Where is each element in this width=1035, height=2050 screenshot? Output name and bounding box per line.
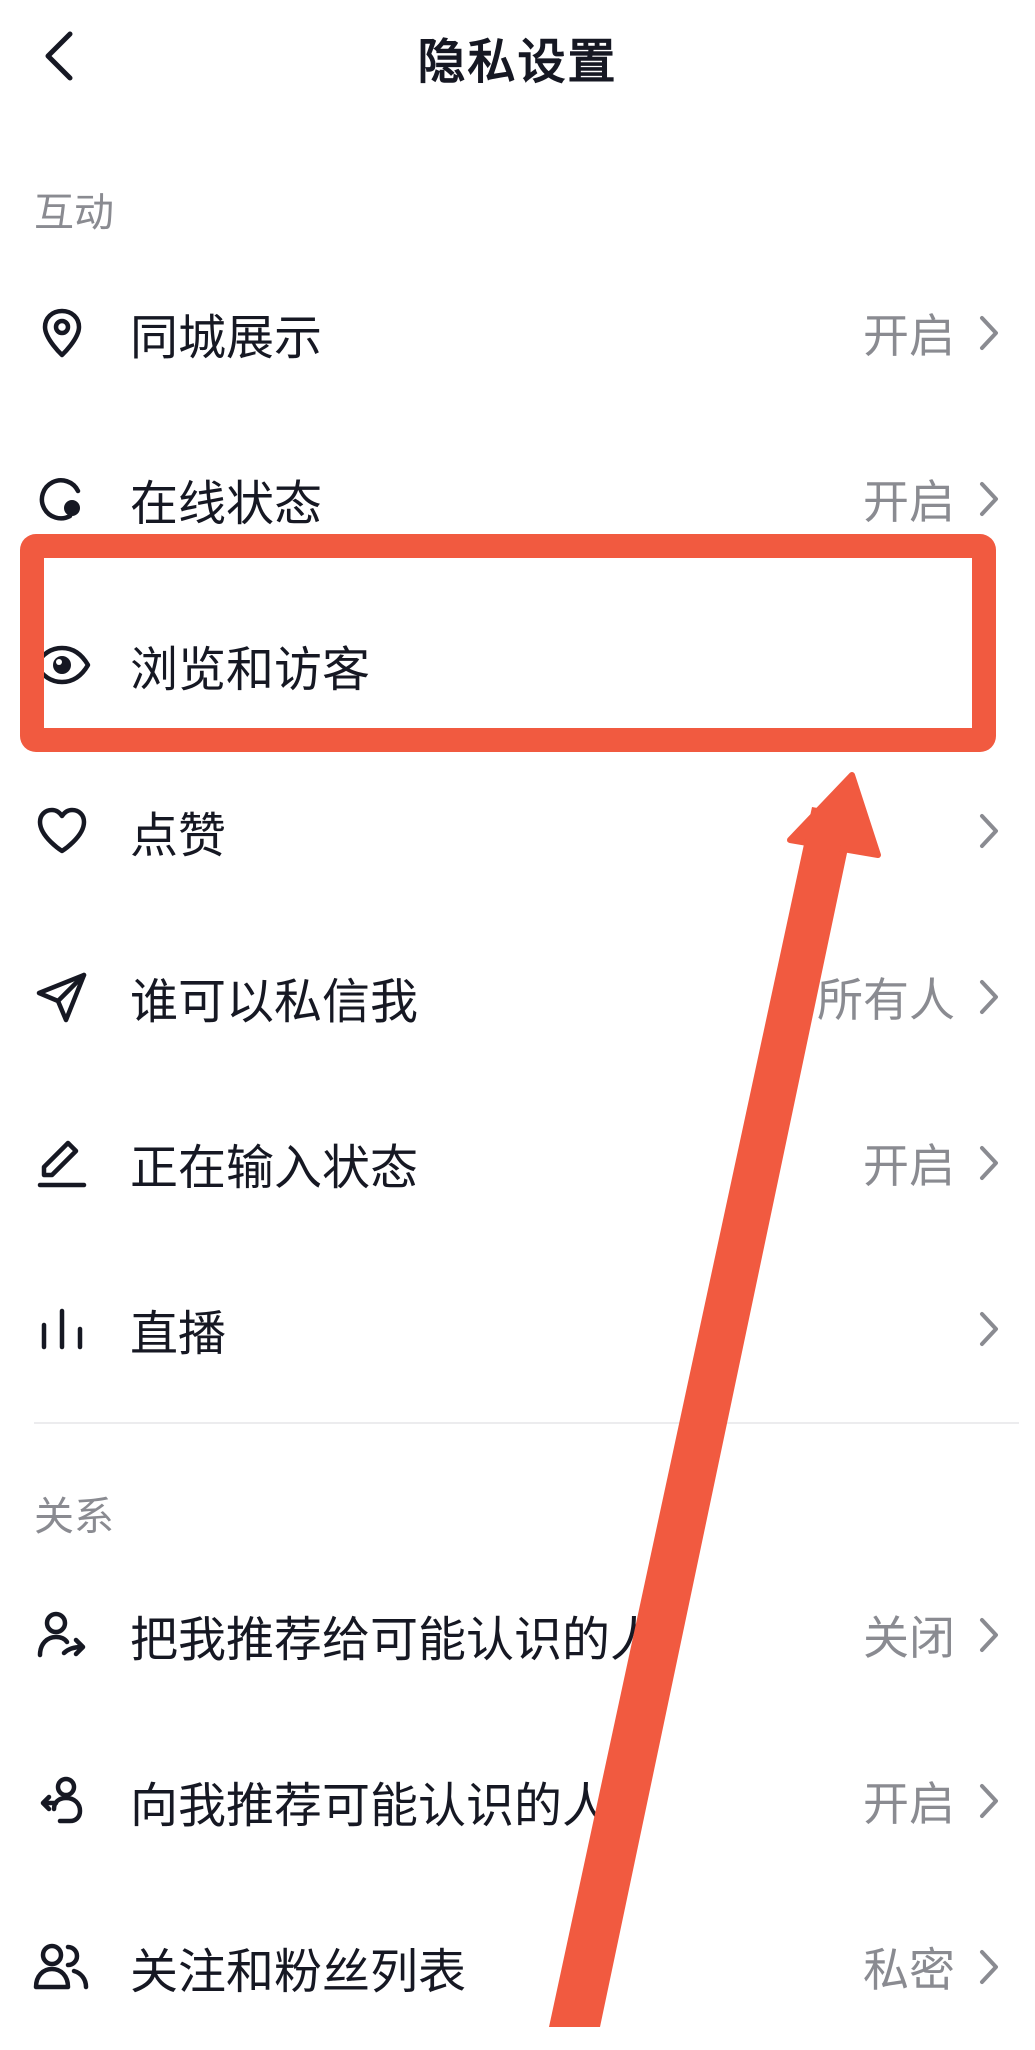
setting-label: 正在输入状态	[130, 1140, 419, 1196]
setting-value: 开启	[863, 309, 955, 363]
setting-row-live[interactable]: 直播	[0, 1246, 1035, 1412]
setting-row-recommend-me-to-others[interactable]: 把我推荐给可能认识的人 关闭	[0, 1552, 1035, 1718]
setting-row-nearby-display[interactable]: 同城展示 开启	[0, 250, 1035, 416]
setting-value: 开启	[863, 1777, 955, 1831]
setting-row-who-can-message[interactable]: 谁可以私信我 所有人	[0, 914, 1035, 1080]
users-icon	[30, 1935, 94, 1999]
setting-label: 点赞	[130, 808, 227, 864]
chevron-right-icon	[971, 809, 1007, 853]
setting-value: 私密	[863, 1943, 955, 1997]
setting-value: 所有人	[817, 973, 955, 1027]
setting-row-recommend-to-me[interactable]: 向我推荐可能认识的人 开启	[0, 1718, 1035, 1884]
setting-label: 向我推荐可能认识的人	[130, 1778, 611, 1834]
chevron-right-icon	[971, 1945, 1007, 1989]
setting-label: 把我推荐给可能认识的人	[130, 1612, 659, 1668]
online-status-icon	[30, 467, 94, 531]
chevron-right-icon	[971, 477, 1007, 521]
setting-row-online-status[interactable]: 在线状态 开启	[0, 416, 1035, 582]
setting-label: 同城展示	[130, 310, 323, 366]
user-share-icon	[30, 1603, 94, 1667]
setting-row-typing-status[interactable]: 正在输入状态 开启	[0, 1080, 1035, 1246]
section-header-relationships: 关系	[34, 1494, 114, 1540]
eye-icon	[30, 633, 94, 697]
chevron-right-icon	[971, 975, 1007, 1019]
send-icon	[30, 965, 94, 1029]
section-header-interaction: 互动	[34, 190, 114, 236]
live-bars-icon	[30, 1297, 94, 1361]
setting-value: 关闭	[863, 1611, 955, 1665]
chevron-right-icon	[971, 1141, 1007, 1185]
navigation-bar: 隐私设置	[0, 0, 1035, 120]
setting-value: 开启	[863, 1139, 955, 1193]
pen-icon	[30, 1131, 94, 1195]
setting-value: 开启	[863, 475, 955, 529]
setting-label: 在线状态	[130, 476, 323, 532]
heart-icon	[30, 799, 94, 863]
setting-label: 谁可以私信我	[130, 974, 419, 1030]
chevron-right-icon	[971, 1307, 1007, 1351]
section-divider	[34, 1422, 1019, 1424]
setting-label: 直播	[130, 1306, 227, 1362]
chevron-right-icon	[971, 1613, 1007, 1657]
setting-row-following-followers-list[interactable]: 关注和粉丝列表 私密	[0, 1884, 1035, 2050]
setting-label: 浏览和访客	[130, 642, 371, 698]
chevron-right-icon	[971, 311, 1007, 355]
setting-label: 关注和粉丝列表	[130, 1944, 467, 2000]
setting-row-browsing-visitors[interactable]: 浏览和访客	[0, 582, 1035, 748]
chevron-right-icon	[971, 1779, 1007, 1823]
user-recommend-icon	[30, 1769, 94, 1833]
page-title: 隐私设置	[417, 34, 618, 90]
location-pin-icon	[30, 301, 94, 365]
setting-row-likes[interactable]: 点赞	[0, 748, 1035, 914]
